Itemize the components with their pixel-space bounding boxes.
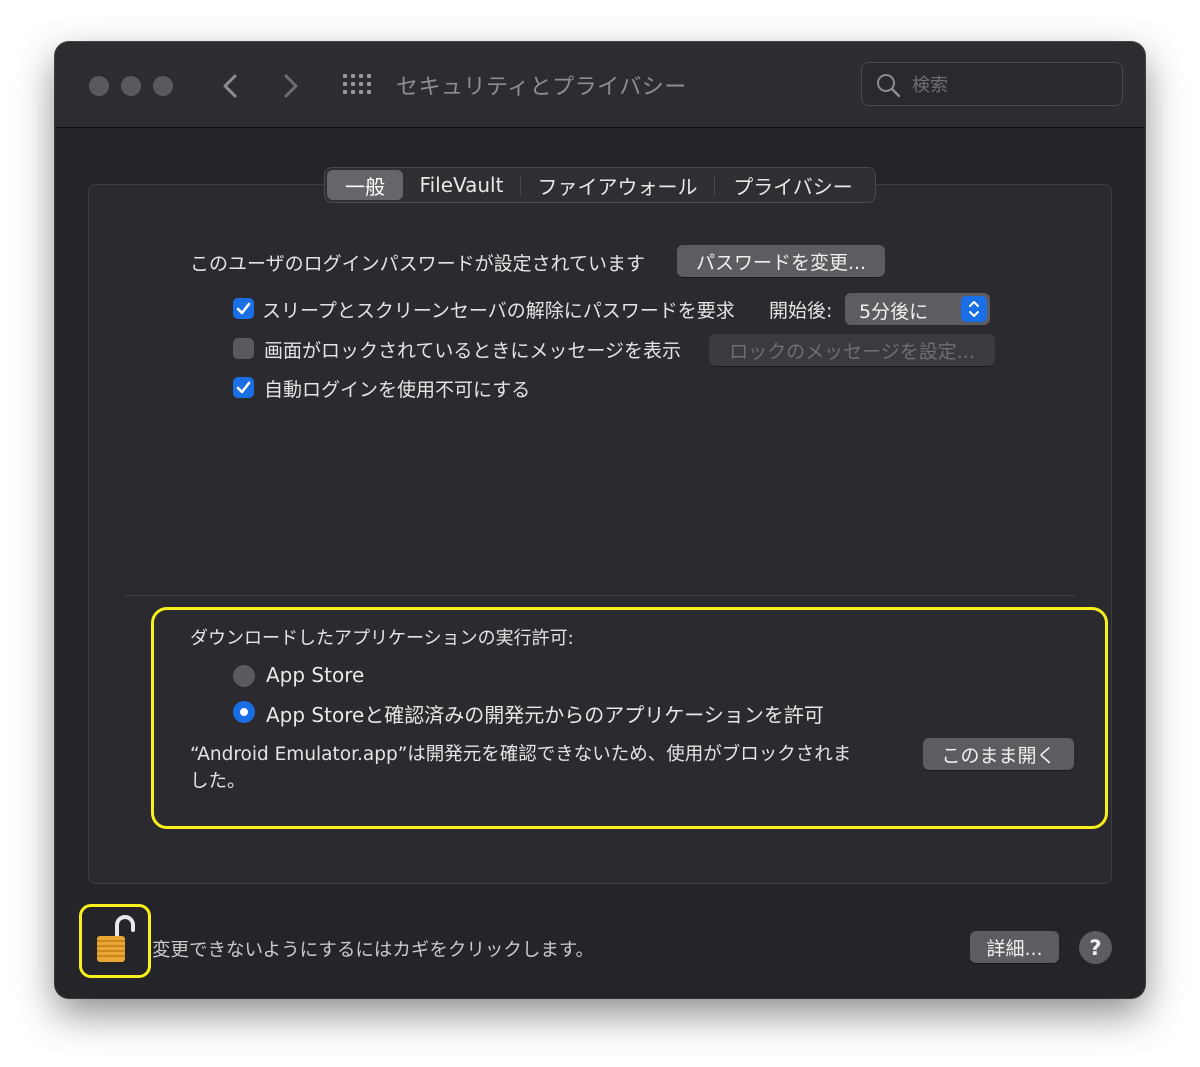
radio-app-store-label: App Store [266, 663, 365, 687]
lock-instructions-text: 変更できないようにするにはカギをクリックします。 [152, 940, 594, 961]
show-message-label: 画面がロックされているときにメッセージを表示 [264, 340, 682, 362]
require-password-label: スリープとスクリーンセーバの解除にパスワードを要求 [262, 300, 735, 322]
advanced-button[interactable]: 詳細... [970, 931, 1059, 963]
search-input[interactable] [910, 71, 1114, 99]
search-field[interactable] [861, 62, 1123, 106]
radio-app-store-identified[interactable] [233, 701, 255, 723]
back-arrow-icon[interactable] [218, 68, 242, 104]
disable-auto-login-checkbox[interactable] [233, 377, 254, 398]
password-status-text: このユーザのログインパスワードが設定されています [190, 253, 646, 275]
search-icon [877, 74, 901, 98]
radio-app-store[interactable] [233, 665, 255, 687]
tab-firewall[interactable]: ファイアウォール [521, 170, 714, 200]
start-after-label: 開始後: [769, 300, 833, 322]
show-message-checkbox[interactable] [233, 338, 254, 359]
set-lock-message-button[interactable]: ロックのメッセージを設定... [709, 334, 995, 366]
require-password-checkbox[interactable] [233, 298, 254, 319]
blocked-app-message-line1: “Android Emulator.app”は開発元を確認できないため、使用がブ… [190, 744, 852, 765]
tab-general[interactable]: 一般 [327, 170, 403, 200]
blocked-app-message-line2: した。 [190, 771, 246, 792]
lock-open-icon[interactable] [95, 912, 135, 966]
radio-app-store-identified-label: App Storeと確認済みの開発元からのアプリケーションを許可 [266, 703, 824, 727]
change-password-button[interactable]: パスワードを変更... [677, 245, 885, 277]
window-title: セキュリティとプライバシー [396, 75, 687, 100]
tab-filevault[interactable]: FileVault [403, 170, 520, 200]
tab-privacy[interactable]: プライバシー [715, 170, 871, 200]
tab-bar: 一般 FileVault ファイアウォール プライバシー [324, 167, 876, 203]
forward-arrow-icon[interactable] [279, 68, 303, 104]
grid-icon[interactable] [343, 74, 371, 96]
section-divider [125, 595, 1075, 596]
title-bar: セキュリティとプライバシー [55, 42, 1145, 128]
checkmark-icon [236, 302, 251, 315]
minimize-window-button[interactable] [121, 76, 141, 96]
open-anyway-button[interactable]: このまま開く [923, 738, 1074, 770]
preferences-window: セキュリティとプライバシー 一般 FileVault ファイアウォール プライバ… [55, 42, 1145, 998]
password-delay-popup[interactable]: 5分後に [845, 293, 990, 325]
zoom-window-button[interactable] [153, 76, 173, 96]
password-delay-value: 5分後に [859, 301, 929, 323]
chevron-updown-icon [961, 296, 987, 322]
close-window-button[interactable] [89, 76, 109, 96]
downloads-heading: ダウンロードしたアプリケーションの実行許可: [190, 628, 574, 649]
disable-auto-login-label: 自動ログインを使用不可にする [264, 379, 531, 401]
help-button[interactable]: ? [1079, 931, 1112, 964]
checkmark-icon [236, 381, 251, 394]
